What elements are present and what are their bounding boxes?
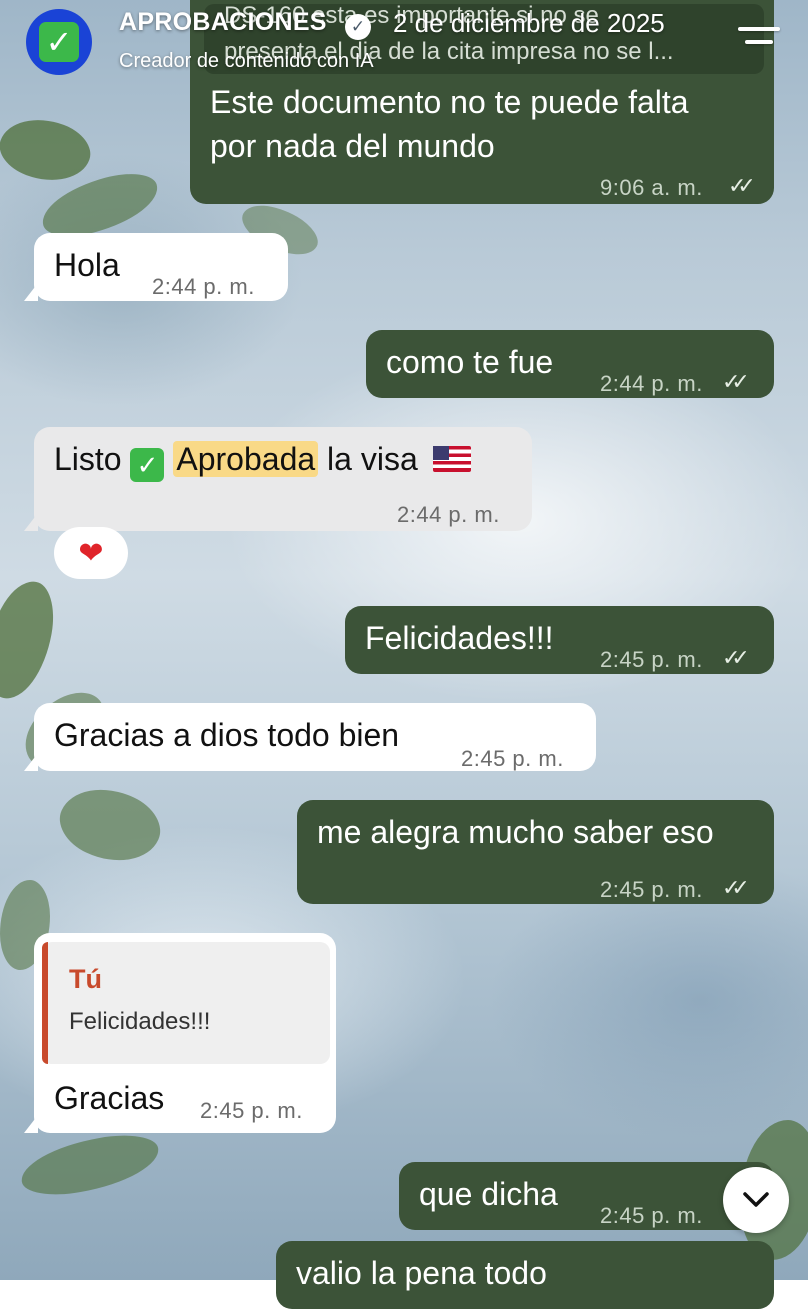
reply-author: Tú — [69, 964, 102, 994]
reply-text: Felicidades!!! — [69, 1008, 211, 1035]
message-text: valio la pena todo — [296, 1255, 547, 1291]
message-bubble-outgoing[interactable]: que dicha 2:45 p. m. — [399, 1162, 774, 1230]
wallpaper-leaf — [16, 1128, 164, 1202]
check-icon: ✓ — [130, 448, 165, 482]
heart-reaction-icon[interactable]: ❤ — [54, 527, 128, 579]
message-bubble-outgoing[interactable]: Felicidades!!! 2:45 p. m. ✓✓ — [345, 606, 774, 674]
message-text-part: la visa — [327, 441, 418, 477]
message-text: Felicidades!!! — [365, 620, 554, 656]
message-text: como te fue — [386, 344, 554, 380]
verified-badge-icon: ✓ — [345, 14, 371, 40]
contact-subtitle: Creador de contenido con IA — [119, 50, 374, 72]
message-bubble-incoming[interactable]: Hola 2:44 p. m. — [24, 233, 288, 301]
message-time: 2:44 p. m. — [397, 502, 500, 527]
message-text: me alegra mucho saber eso — [317, 814, 714, 850]
read-receipt-icon: ✓✓ — [722, 369, 750, 394]
reply-accent-bar — [42, 942, 48, 1064]
message-time: 2:45 p. m. — [600, 1203, 703, 1228]
avatar[interactable]: ✓ — [26, 9, 92, 75]
message-time: 2:45 p. m. — [600, 877, 703, 902]
message-bubble-incoming[interactable]: Gracias a dios todo bien 2:45 p. m. — [24, 703, 596, 771]
message-text: Hola — [54, 247, 120, 283]
message-text: Listo ✓ Aprobada la visa — [54, 437, 471, 482]
highlighted-word: Aprobada — [173, 441, 319, 477]
chevron-down-icon — [743, 1192, 769, 1207]
scroll-to-bottom-button[interactable] — [723, 1167, 789, 1233]
us-flag-icon — [432, 446, 471, 472]
wallpaper-leaf — [0, 575, 60, 705]
header-date: 2 de diciembre de 2025 — [393, 8, 665, 38]
message-time: 2:45 p. m. — [461, 746, 564, 771]
message-text-part: Listo — [54, 441, 122, 477]
wallpaper-leaf — [49, 772, 171, 878]
message-bubble-outgoing[interactable]: como te fue 2:44 p. m. ✓✓ — [366, 330, 774, 398]
message-bubble-outgoing[interactable]: valio la pena todo — [276, 1241, 774, 1309]
check-icon: ✓ — [39, 22, 79, 62]
wallpaper-leaf — [0, 106, 98, 194]
reply-quote[interactable]: Tú Felicidades!!! — [42, 942, 330, 1064]
chat-header: ✓ APROBACIONES ✓ 2 de diciembre de 2025 … — [0, 0, 808, 110]
message-bubble-incoming[interactable]: Listo ✓ Aprobada la visa 2:44 p. m. — [24, 427, 532, 531]
message-time: 2:44 p. m. — [152, 274, 255, 299]
read-receipt-icon: ✓✓ — [728, 173, 756, 198]
contact-name[interactable]: APROBACIONES — [119, 8, 327, 37]
read-receipt-icon: ✓✓ — [722, 645, 750, 670]
message-time: 2:44 p. m. — [600, 371, 703, 396]
message-text: que dicha — [419, 1176, 558, 1212]
message-text: por nada del mundo — [210, 128, 495, 164]
message-time: 9:06 a. m. — [600, 175, 703, 200]
read-receipt-icon: ✓✓ — [722, 875, 750, 900]
message-time: 2:45 p. m. — [200, 1098, 303, 1123]
menu-icon[interactable] — [738, 27, 780, 53]
message-text: Gracias — [54, 1080, 165, 1116]
message-time: 2:45 p. m. — [600, 647, 703, 672]
message-text: Gracias a dios todo bien — [54, 717, 400, 753]
message-bubble-outgoing[interactable]: me alegra mucho saber eso 2:45 p. m. ✓✓ — [297, 800, 774, 904]
